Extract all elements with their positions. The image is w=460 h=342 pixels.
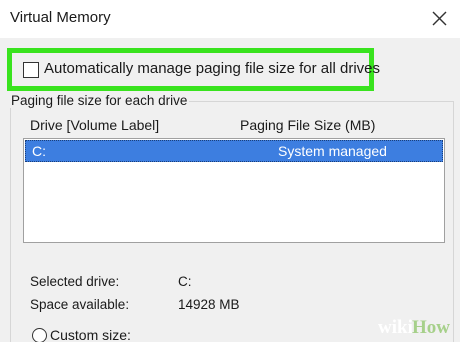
virtual-memory-dialog: Virtual Memory Automatically manage pagi… [0, 0, 460, 342]
close-button[interactable] [422, 2, 458, 36]
title-bar: Virtual Memory [0, 0, 460, 38]
row-drive-letter: C: [32, 143, 46, 159]
auto-manage-label[interactable]: Automatically manage paging file size fo… [44, 60, 380, 77]
space-available-value: 14928 MB [178, 297, 240, 312]
close-icon [432, 11, 447, 26]
row-paging-size: System managed [278, 143, 387, 159]
selected-drive-label: Selected drive: [30, 274, 120, 289]
space-available-label: Space available: [30, 297, 130, 312]
watermark-wiki: wiki [378, 317, 413, 338]
auto-manage-checkbox[interactable] [23, 62, 39, 78]
wikihow-watermark: wiki How [372, 315, 460, 342]
watermark-how: How [412, 317, 450, 338]
window-title: Virtual Memory [10, 9, 111, 26]
paging-group-title: Paging file size for each drive [9, 93, 190, 108]
drive-list[interactable]: C: System managed [23, 138, 445, 243]
drive-list-row[interactable]: C: System managed [25, 140, 443, 162]
selected-drive-value: C: [178, 274, 192, 289]
column-header-drive: Drive [Volume Label] [30, 117, 160, 133]
custom-size-radio[interactable] [32, 328, 47, 342]
column-header-size: Paging File Size (MB) [240, 117, 376, 133]
custom-size-label[interactable]: Custom size: [50, 327, 131, 342]
